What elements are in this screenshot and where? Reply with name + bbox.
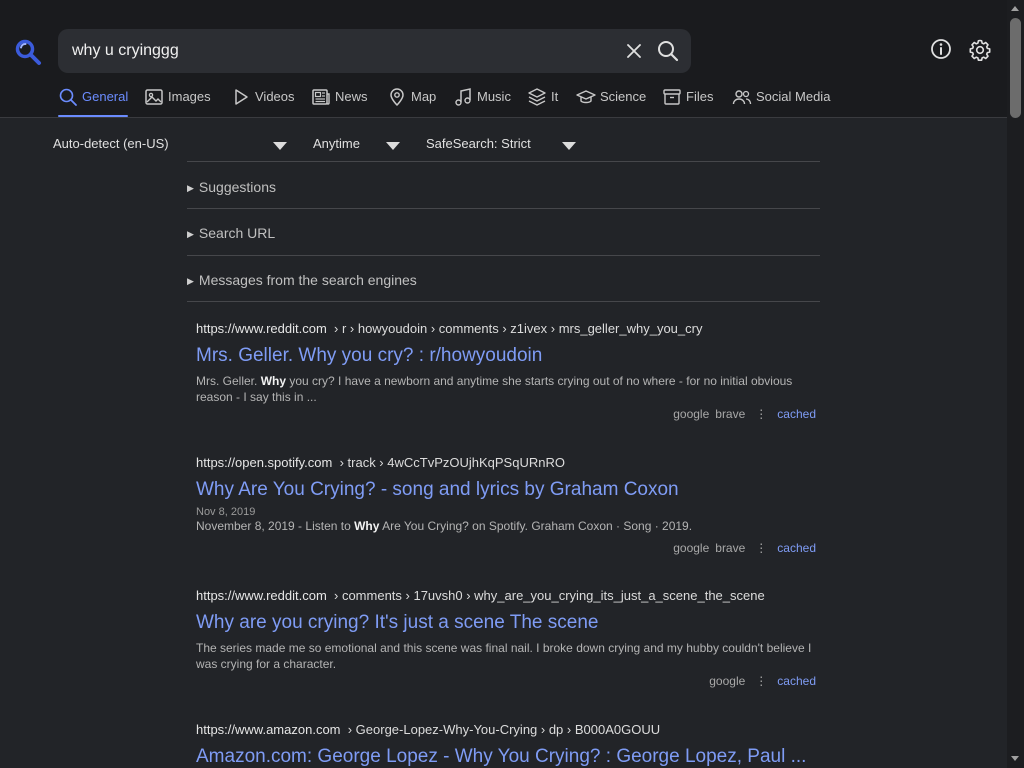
tab-news[interactable]: News	[311, 88, 368, 118]
result-snippet: The series made me so emotional and this…	[196, 641, 812, 671]
result-title-link[interactable]: Why Are You Crying? - song and lyrics by…	[196, 479, 816, 501]
result-url[interactable]: https://www.amazon.com › George-Lopez-Wh…	[196, 722, 816, 740]
header-bar: General Images Videos News Map Music It	[0, 0, 1007, 118]
scroll-up-arrow-icon[interactable]	[1011, 6, 1019, 11]
clear-icon[interactable]	[624, 41, 644, 61]
safesearch-dropdown-chevron-icon[interactable]	[562, 142, 576, 150]
search-result: https://www.reddit.com › r › howyoudoin …	[196, 321, 816, 421]
tab-images[interactable]: Images	[144, 88, 211, 118]
tab-music[interactable]: Music	[453, 88, 511, 118]
result-engines: google ⋮ cached	[703, 674, 816, 688]
archive-box-icon	[663, 89, 681, 105]
safesearch-select[interactable]: SafeSearch: Strict	[426, 136, 531, 151]
scrollbar[interactable]	[1007, 0, 1024, 768]
result-url[interactable]: https://www.reddit.com › r › howyoudoin …	[196, 321, 816, 339]
result-path: › George-Lopez-Why-You-Crying › dp › B00…	[347, 722, 661, 737]
tab-map[interactable]: Map	[387, 88, 436, 118]
time-range-select[interactable]: Anytime	[313, 136, 360, 151]
scrollbar-thumb[interactable]	[1010, 18, 1021, 118]
tab-label: News	[335, 89, 368, 104]
layers-icon	[528, 88, 546, 106]
cached-link[interactable]: cached	[777, 407, 816, 421]
search-result: https://www.reddit.com › comments › 17uv…	[196, 588, 816, 688]
tab-label: Science	[600, 89, 647, 104]
image-icon	[145, 89, 163, 105]
tab-social-media[interactable]: Social Media	[732, 88, 830, 118]
cached-link[interactable]: cached	[777, 674, 816, 688]
result-snippet: November 8, 2019 - Listen to Why Are You…	[196, 519, 693, 533]
search-button-icon[interactable]	[656, 39, 680, 63]
result-domain: https://open.spotify.com	[196, 455, 333, 470]
result-date: Nov 8, 2019	[196, 506, 256, 518]
search-url-toggle[interactable]: ▶ Search URL	[187, 208, 820, 255]
more-options-icon[interactable]: ⋮	[755, 407, 767, 421]
result-title-link[interactable]: Why are you crying? It's just a scene Th…	[196, 612, 816, 634]
language-dropdown-chevron-icon[interactable]	[273, 142, 287, 150]
engine-label: brave	[715, 541, 746, 555]
result-url[interactable]: https://www.reddit.com › comments › 17uv…	[196, 588, 816, 606]
newspaper-icon	[312, 89, 330, 105]
search-input[interactable]	[72, 39, 612, 63]
people-icon	[732, 90, 752, 105]
map-pin-icon	[390, 88, 404, 107]
section-label: Suggestions	[198, 179, 276, 195]
result-title-link[interactable]: Mrs. Geller. Why you cry? : r/howyoudoin	[196, 345, 816, 367]
language-select[interactable]: Auto-detect (en-US)	[53, 136, 169, 151]
tab-label: Videos	[255, 89, 295, 104]
result-path: › r › howyoudoin › comments › z1ivex › m…	[334, 321, 703, 336]
tab-general[interactable]: General	[58, 88, 129, 118]
scroll-down-arrow-icon[interactable]	[1011, 756, 1019, 761]
engine-label: google	[673, 541, 710, 555]
engine-messages-toggle[interactable]: ▶ Messages from the search engines	[187, 255, 820, 302]
engine-label: brave	[715, 407, 746, 421]
tab-files[interactable]: Files	[662, 88, 713, 118]
section-label: Messages from the search engines	[198, 272, 417, 288]
result-domain: https://www.reddit.com	[196, 588, 327, 603]
more-options-icon[interactable]: ⋮	[755, 541, 767, 555]
engine-label: google	[709, 674, 746, 688]
search-box	[58, 29, 691, 73]
tab-videos[interactable]: Videos	[231, 88, 295, 118]
result-domain: https://www.amazon.com	[196, 722, 341, 737]
engine-label: google	[673, 407, 710, 421]
result-path: › track › 4wCcTvPzOUjhKqPSqURnRO	[339, 455, 565, 470]
tab-label: It	[551, 89, 559, 104]
result-domain: https://www.reddit.com	[196, 321, 327, 336]
more-options-icon[interactable]: ⋮	[755, 674, 767, 688]
triangle-right-icon: ▶	[187, 276, 194, 286]
gear-icon[interactable]	[968, 38, 992, 62]
tab-label: Files	[686, 89, 714, 104]
result-engines: google brave ⋮ cached	[667, 407, 816, 421]
section-label: Search URL	[198, 225, 276, 241]
tab-label: Social Media	[756, 89, 831, 104]
suggestions-toggle[interactable]: ▶ Suggestions	[187, 161, 820, 208]
info-icon[interactable]	[930, 38, 952, 60]
graduation-cap-icon	[576, 90, 596, 104]
time-range-dropdown-chevron-icon[interactable]	[386, 142, 400, 150]
tab-science[interactable]: Science	[576, 88, 646, 118]
play-icon	[235, 89, 248, 105]
search-result: https://www.amazon.com › George-Lopez-Wh…	[196, 722, 816, 768]
tab-label: Images	[168, 89, 211, 104]
music-note-icon	[455, 88, 471, 106]
tab-label: Map	[411, 89, 437, 104]
triangle-right-icon: ▶	[187, 229, 194, 239]
result-path: › comments › 17uvsh0 › why_are_you_cryin…	[334, 588, 765, 603]
search-result: https://open.spotify.com › track › 4wCcT…	[196, 455, 816, 555]
tab-it[interactable]: It	[527, 88, 558, 118]
result-engines: google brave ⋮ cached	[667, 541, 816, 555]
tab-label: Music	[477, 89, 511, 104]
result-snippet: Mrs. Geller. Why you cry? I have a newbo…	[196, 374, 793, 404]
result-title-link[interactable]: Amazon.com: George Lopez - Why You Cryin…	[196, 746, 816, 768]
result-url[interactable]: https://open.spotify.com › track › 4wCcT…	[196, 455, 816, 473]
searxng-logo-icon[interactable]	[14, 38, 42, 66]
tab-label: General	[82, 89, 129, 104]
triangle-right-icon: ▶	[187, 183, 194, 193]
cached-link[interactable]: cached	[777, 541, 816, 555]
search-icon	[59, 88, 77, 106]
